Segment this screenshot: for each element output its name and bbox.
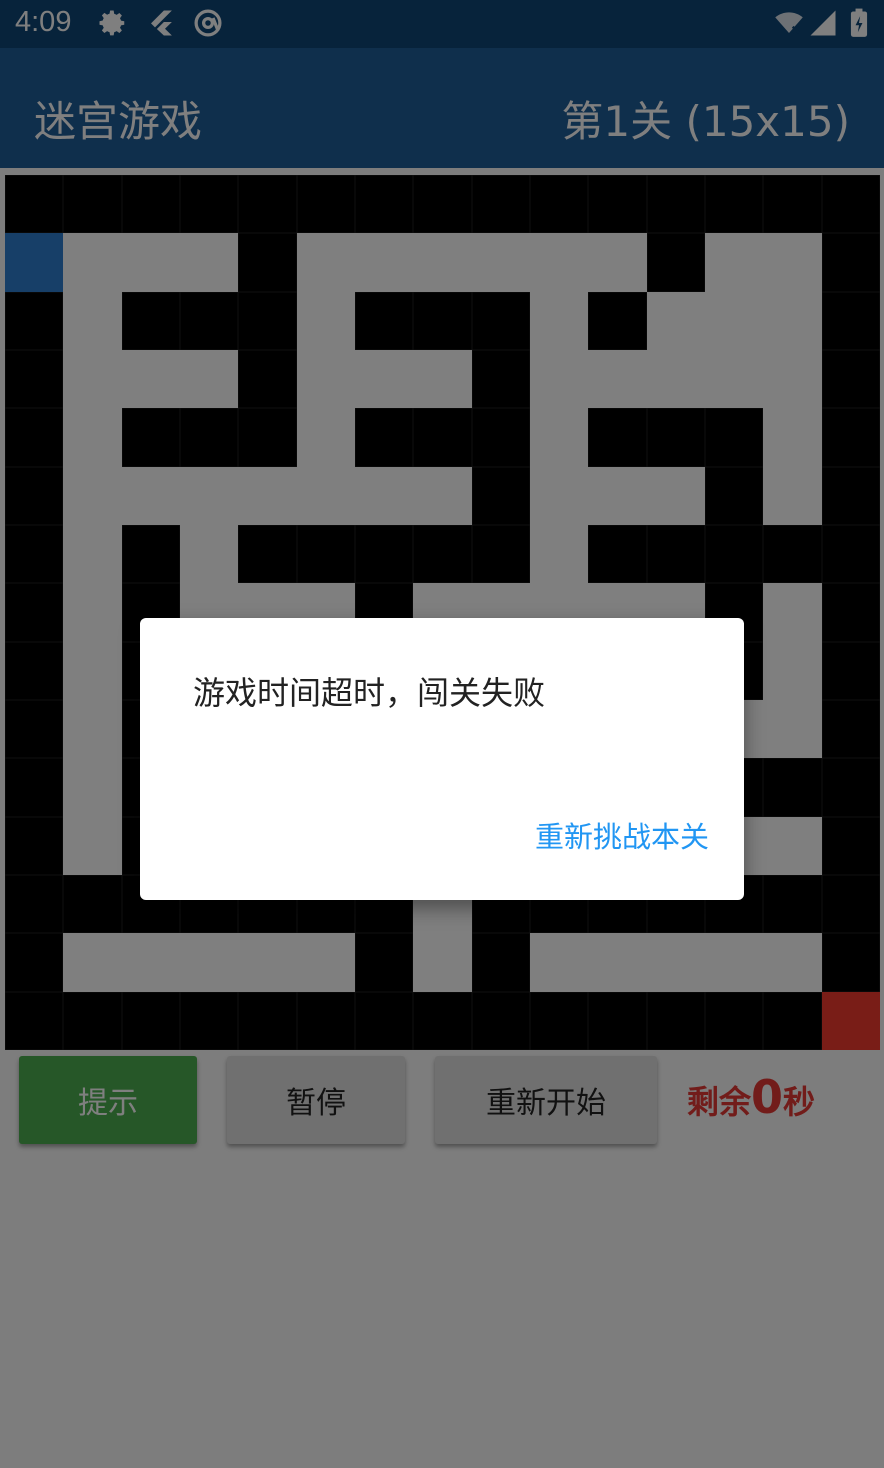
timeout-dialog: 游戏时间超时，闯关失败 重新挑战本关	[140, 618, 744, 900]
dialog-message: 游戏时间超时，闯关失败	[193, 674, 546, 712]
retry-level-button[interactable]: 重新挑战本关	[535, 814, 709, 856]
